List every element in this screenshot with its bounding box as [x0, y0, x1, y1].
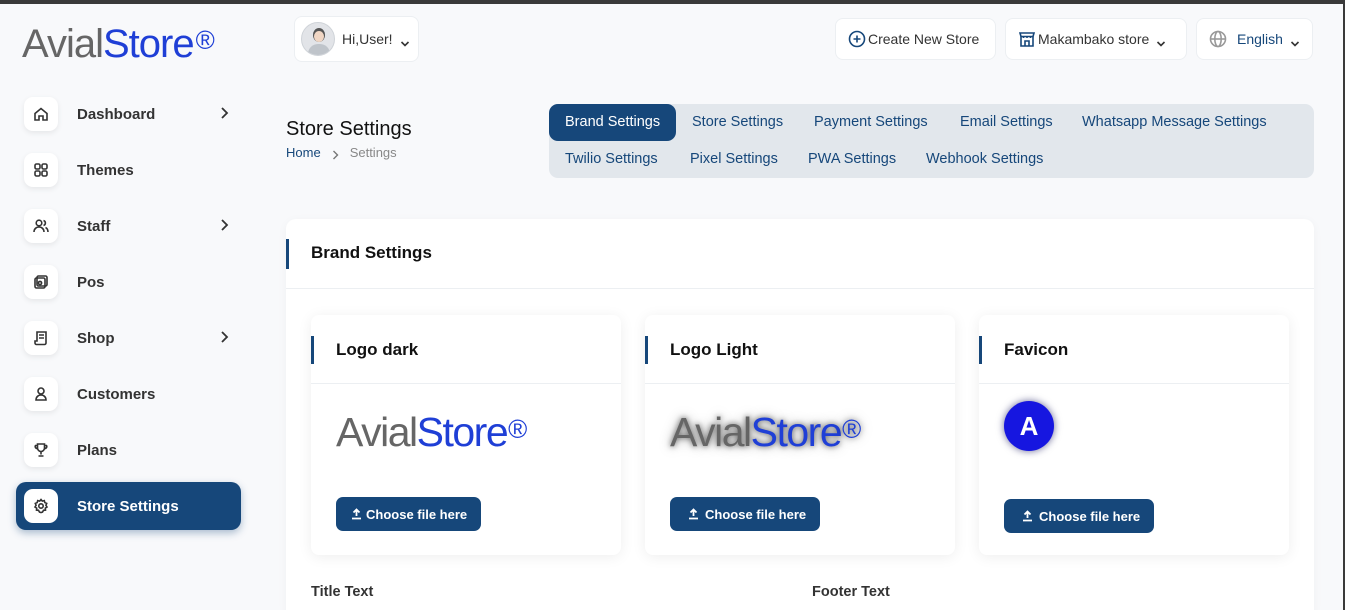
user-icon	[24, 377, 58, 411]
chevron-right-icon	[332, 148, 339, 159]
card-title: Brand Settings	[311, 243, 432, 262]
grid-icon	[24, 153, 58, 187]
logo-registered-mark: ®	[195, 25, 215, 55]
store-icon	[1018, 32, 1036, 47]
sidebar-item-staff[interactable]: Staff	[16, 202, 241, 250]
chevron-right-icon	[219, 218, 229, 232]
sidebar-item-themes[interactable]: Themes	[16, 146, 241, 194]
choose-file-label: Choose file here	[705, 506, 807, 522]
favicon-title: Favicon	[1004, 340, 1069, 359]
tab-twilio-settings[interactable]: Twilio Settings	[549, 141, 674, 178]
tab-pwa-settings[interactable]: PWA Settings	[792, 141, 912, 178]
tab-whatsapp-message-settings[interactable]: Whatsapp Message Settings	[1066, 104, 1283, 141]
users-icon	[24, 209, 58, 243]
choose-file-label: Choose file here	[1039, 508, 1141, 524]
window-top-border	[0, 0, 1345, 4]
favicon-preview: A	[1004, 401, 1054, 451]
accent-bar	[645, 336, 648, 364]
home-icon	[24, 97, 58, 131]
user-menu[interactable]: Hi,User!	[294, 16, 419, 62]
accent-bar	[286, 239, 289, 269]
create-store-label: Create New Store	[868, 31, 980, 47]
chevron-down-icon	[1156, 35, 1166, 47]
chevron-down-icon	[1290, 35, 1300, 47]
language-label: English	[1237, 31, 1283, 47]
logo-light-title: Logo Light	[670, 340, 758, 359]
favicon-card: Favicon A Choose file here	[979, 315, 1289, 555]
logo-dark-choose-file-button[interactable]: Choose file here	[336, 497, 482, 531]
plus-circle-icon	[848, 30, 866, 48]
upload-icon	[352, 508, 361, 520]
logo-dark-preview: AvialStore®	[336, 409, 527, 455]
logo-light-choose-file-button[interactable]: Choose file here	[670, 497, 821, 531]
chevron-down-icon	[400, 35, 410, 47]
chevron-right-icon	[219, 106, 229, 120]
tab-brand-settings[interactable]: Brand Settings	[549, 104, 677, 141]
sidebar: Dashboard Themes Staff Pos Shop Customer…	[16, 90, 241, 538]
accent-bar	[979, 336, 982, 364]
footer-text-label: Footer Text	[812, 584, 890, 600]
sidebar-item-label: Customers	[77, 385, 156, 403]
sidebar-item-label: Plans	[77, 441, 118, 459]
card-header: Brand Settings	[286, 219, 1314, 289]
pos-icon	[24, 265, 58, 299]
sidebar-item-plans[interactable]: Plans	[16, 426, 241, 474]
user-greeting: Hi,User!	[342, 31, 393, 47]
sidebar-item-pos[interactable]: Pos	[16, 258, 241, 306]
sidebar-item-label: Pos	[77, 273, 105, 291]
tab-email-settings[interactable]: Email Settings	[944, 104, 1069, 141]
tab-pixel-settings[interactable]: Pixel Settings	[674, 141, 794, 178]
sidebar-item-label: Store Settings	[77, 497, 179, 515]
avatar	[301, 22, 335, 56]
logo-light-card: Logo Light AvialStore® Choose file here	[645, 315, 955, 555]
accent-bar	[311, 336, 314, 364]
sidebar-item-label: Themes	[77, 161, 134, 179]
sidebar-item-shop[interactable]: Shop	[16, 314, 241, 362]
sidebar-item-label: Shop	[77, 329, 115, 347]
store-name: Makambako store	[1038, 31, 1150, 47]
sidebar-item-store-settings[interactable]: Store Settings	[16, 482, 241, 530]
sidebar-item-label: Staff	[77, 217, 111, 235]
tab-store-settings[interactable]: Store Settings	[676, 104, 799, 141]
title-text-label: Title Text	[311, 584, 374, 600]
logo-light-header: Logo Light	[645, 315, 955, 384]
logo-dark-header: Logo dark	[311, 315, 621, 384]
brand-logo[interactable]: AvialStore®	[22, 16, 215, 68]
gear-icon	[24, 489, 58, 523]
breadcrumb-home-link[interactable]: Home	[286, 145, 321, 160]
favicon-choose-file-button[interactable]: Choose file here	[1004, 499, 1155, 533]
language-selector[interactable]: English	[1196, 18, 1313, 60]
logo-text-part2: Store	[102, 22, 195, 66]
chevron-right-icon	[219, 330, 229, 344]
shop-icon	[24, 321, 58, 355]
brand-settings-card: Brand Settings Logo dark AvialStore® Cho…	[286, 219, 1314, 610]
globe-icon	[1209, 30, 1227, 48]
trophy-icon	[24, 433, 58, 467]
settings-tabs: Brand Settings Store Settings Payment Se…	[549, 104, 1314, 178]
favicon-header: Favicon	[979, 315, 1289, 384]
tab-payment-settings[interactable]: Payment Settings	[798, 104, 944, 141]
logo-text-part1: Avial	[22, 22, 104, 66]
upload-icon	[689, 508, 698, 520]
sidebar-item-label: Dashboard	[77, 105, 156, 123]
create-new-store-button[interactable]: Create New Store	[835, 18, 996, 60]
sidebar-item-dashboard[interactable]: Dashboard	[16, 90, 241, 138]
page-title: Store Settings	[286, 118, 412, 140]
sidebar-item-customers[interactable]: Customers	[16, 370, 241, 418]
store-selector[interactable]: Makambako store	[1005, 18, 1187, 60]
breadcrumb: Home Settings	[286, 145, 397, 160]
logo-light-preview: AvialStore®	[670, 409, 861, 455]
logo-dark-card: Logo dark AvialStore® Choose file here	[311, 315, 621, 555]
upload-icon	[1023, 510, 1032, 522]
tab-webhook-settings[interactable]: Webhook Settings	[910, 141, 1059, 178]
breadcrumb-current: Settings	[349, 145, 397, 160]
logo-dark-title: Logo dark	[336, 340, 419, 359]
choose-file-label: Choose file here	[366, 506, 468, 522]
